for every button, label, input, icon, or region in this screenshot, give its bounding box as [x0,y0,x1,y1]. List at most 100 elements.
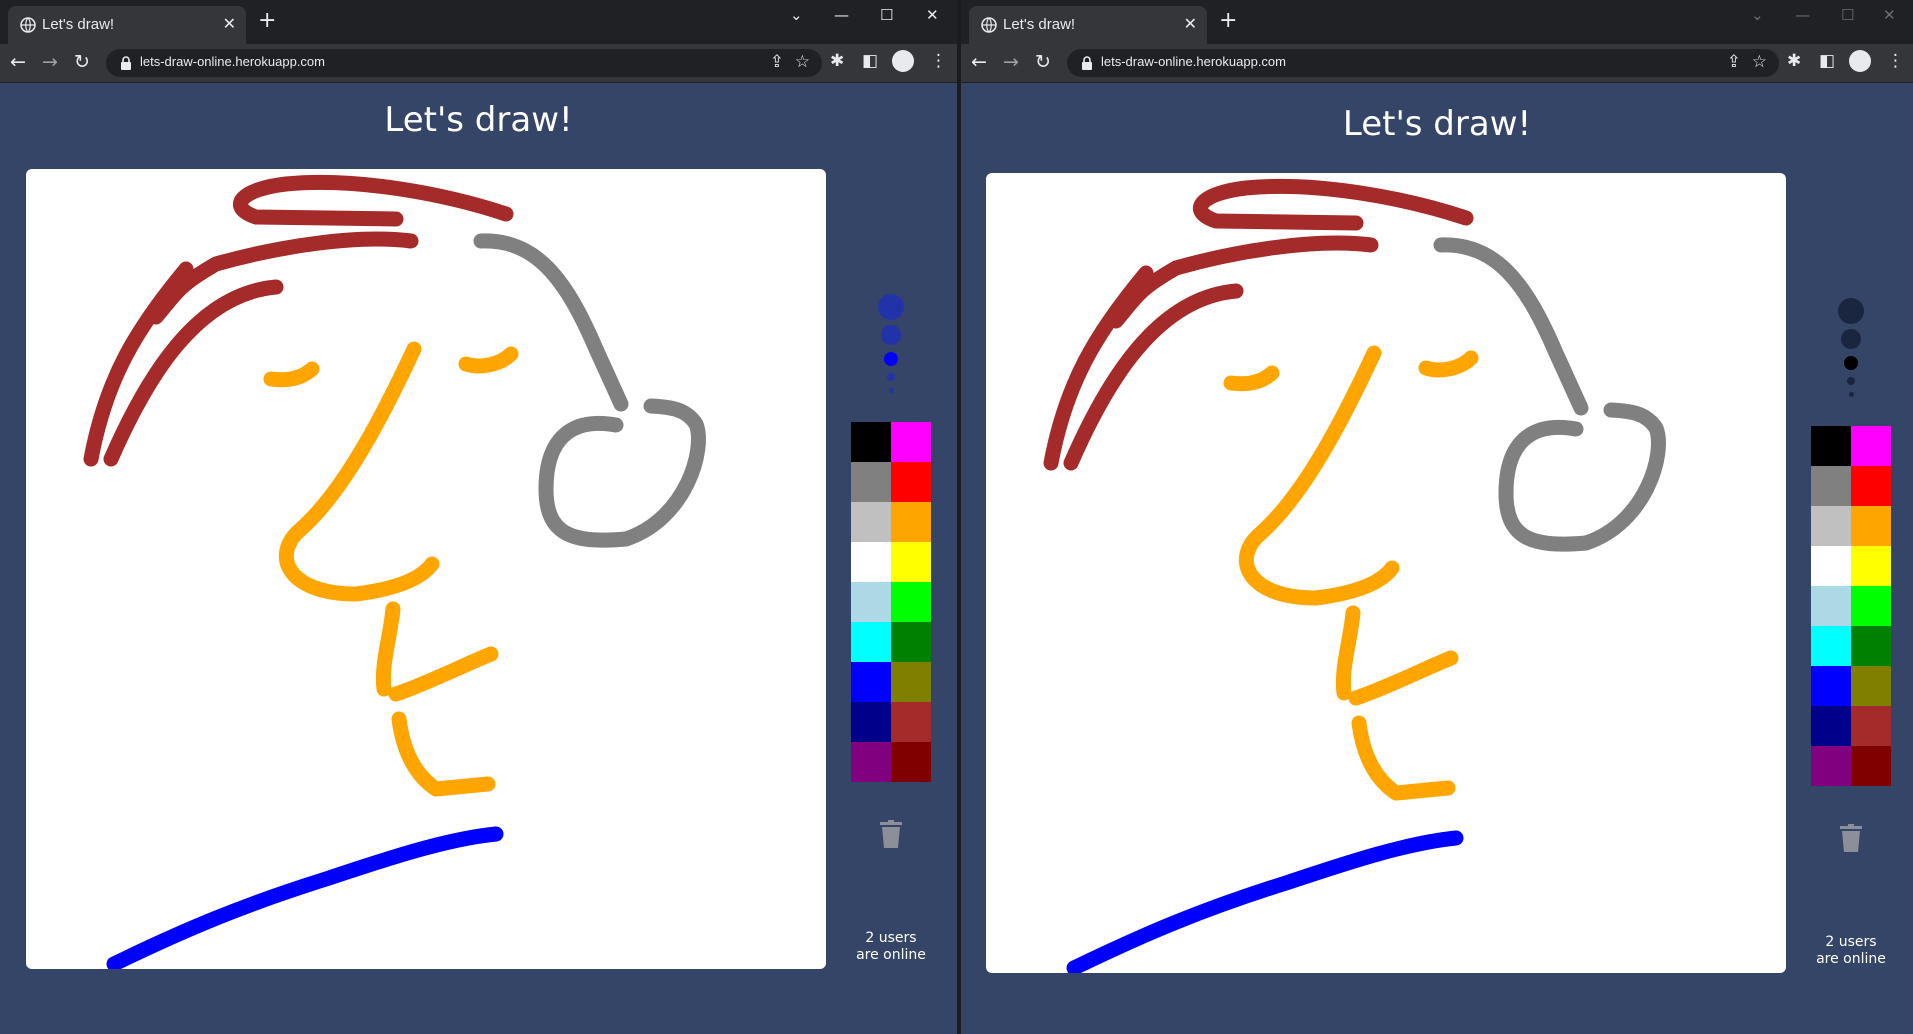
drawing-canvas[interactable] [986,173,1786,973]
color-swatch[interactable] [1811,426,1851,466]
color-swatch[interactable] [851,702,891,742]
online-suffix: are online [856,947,926,963]
color-swatch[interactable] [891,462,931,502]
color-swatch[interactable] [891,662,931,702]
color-swatch[interactable] [1811,626,1851,666]
color-swatch[interactable] [1851,426,1891,466]
menu-icon[interactable]: ⋮ [1887,51,1904,71]
url-text: lets-draw-online.herokuapp.com [140,54,325,69]
tab-lets-draw[interactable]: Let's draw! ✕ [969,6,1207,44]
back-button[interactable]: ← [10,51,26,73]
color-swatch[interactable] [891,582,931,622]
hair-stroke-1 [233,174,514,227]
tab-search-icon[interactable]: ⌄ [1751,6,1764,24]
color-swatch[interactable] [1851,666,1891,706]
profile-avatar[interactable] [1849,50,1871,72]
color-swatch[interactable] [851,662,891,702]
extensions-icon[interactable]: ✱ [830,51,844,71]
address-bar[interactable]: lets-draw-online.herokuapp.com ⇪ ☆ [1067,49,1779,77]
color-swatch[interactable] [851,542,891,582]
color-swatch[interactable] [1851,586,1891,626]
orange-nose [278,341,440,602]
brush-size-md[interactable] [1844,356,1858,370]
url-text: lets-draw-online.herokuapp.com [1101,54,1286,69]
drawing-canvas[interactable] [26,169,826,969]
brush-size-lg[interactable] [881,325,901,345]
color-swatch[interactable] [851,422,891,462]
color-swatch[interactable] [891,742,931,782]
reload-button[interactable]: ↻ [1035,51,1051,73]
tab-search-icon[interactable]: ⌄ [790,6,803,24]
share-icon[interactable]: ⇪ [1727,52,1741,72]
close-window-button[interactable]: ✕ [926,6,939,24]
forward-button[interactable]: → [42,51,58,73]
trash-icon[interactable] [1840,824,1862,852]
browser-window-left: Let's draw! ✕ + ⌄ — ☐ ✕ ← → ↻ lets-draw-… [0,0,957,1034]
color-swatch[interactable] [1811,706,1851,746]
color-swatch[interactable] [1811,466,1851,506]
color-swatch[interactable] [851,582,891,622]
color-swatch[interactable] [891,422,931,462]
color-swatch[interactable] [1811,546,1851,586]
orange-eye-left [1223,365,1280,392]
bookmark-star-icon[interactable]: ☆ [795,52,810,72]
side-panel-icon[interactable]: ◧ [1819,51,1835,71]
color-swatch[interactable] [1851,506,1891,546]
address-bar[interactable]: lets-draw-online.herokuapp.com ⇪ ☆ [106,49,822,77]
hair-stroke-1 [1193,178,1474,231]
new-tab-button[interactable]: + [1219,8,1237,33]
share-icon[interactable]: ⇪ [770,52,784,72]
color-swatch[interactable] [891,622,931,662]
color-swatch[interactable] [1811,666,1851,706]
tab-lets-draw[interactable]: Let's draw! ✕ [8,6,246,44]
color-swatch[interactable] [1851,466,1891,506]
color-swatch[interactable] [1851,706,1891,746]
brush-size-xs[interactable] [1849,392,1854,397]
color-swatch[interactable] [851,462,891,502]
online-suffix: are online [1816,951,1886,967]
menu-icon[interactable]: ⋮ [930,51,947,71]
lock-icon [1082,56,1092,70]
color-swatch[interactable] [851,502,891,542]
extensions-icon[interactable]: ✱ [1787,51,1801,71]
color-swatch[interactable] [1851,626,1891,666]
color-swatch[interactable] [1851,546,1891,586]
color-swatch[interactable] [891,502,931,542]
minimize-button[interactable]: — [1795,6,1810,24]
tab-close-icon[interactable]: ✕ [223,14,236,33]
reload-button[interactable]: ↻ [74,51,90,73]
maximize-button[interactable]: ☐ [880,6,893,24]
bookmark-star-icon[interactable]: ☆ [1752,52,1767,72]
orange-eye-left [263,361,320,388]
tab-strip: Let's draw! ✕ + ⌄ — ☐ ✕ [961,0,1913,44]
tab-close-icon[interactable]: ✕ [1184,14,1197,33]
brush-size-lg[interactable] [1841,329,1861,349]
forward-button[interactable]: → [1003,51,1019,73]
gray-curve [1433,237,1589,416]
new-tab-button[interactable]: + [258,8,276,33]
color-swatch[interactable] [851,622,891,662]
brush-size-xs[interactable] [889,388,894,393]
color-swatch[interactable] [851,742,891,782]
minimize-button[interactable]: — [834,6,849,24]
brush-size-xl[interactable] [878,294,904,320]
brush-size-xl[interactable] [1838,298,1864,324]
brush-size-sm[interactable] [887,373,895,381]
color-swatch[interactable] [891,542,931,582]
color-swatch[interactable] [1811,586,1851,626]
color-swatch[interactable] [1851,746,1891,786]
back-button[interactable]: ← [971,51,987,73]
hair-stroke-2 [148,231,419,325]
orange-chin-line [1335,605,1361,701]
profile-avatar[interactable] [892,50,914,72]
page-title: Let's draw! [384,100,573,140]
brush-size-sm[interactable] [1847,377,1855,385]
color-swatch[interactable] [1811,746,1851,786]
maximize-button[interactable]: ☐ [1841,6,1854,24]
color-swatch[interactable] [1811,506,1851,546]
trash-icon[interactable] [880,820,902,848]
close-window-button[interactable]: ✕ [1883,6,1896,24]
brush-size-md[interactable] [884,352,898,366]
color-swatch[interactable] [891,702,931,742]
side-panel-icon[interactable]: ◧ [862,51,878,71]
